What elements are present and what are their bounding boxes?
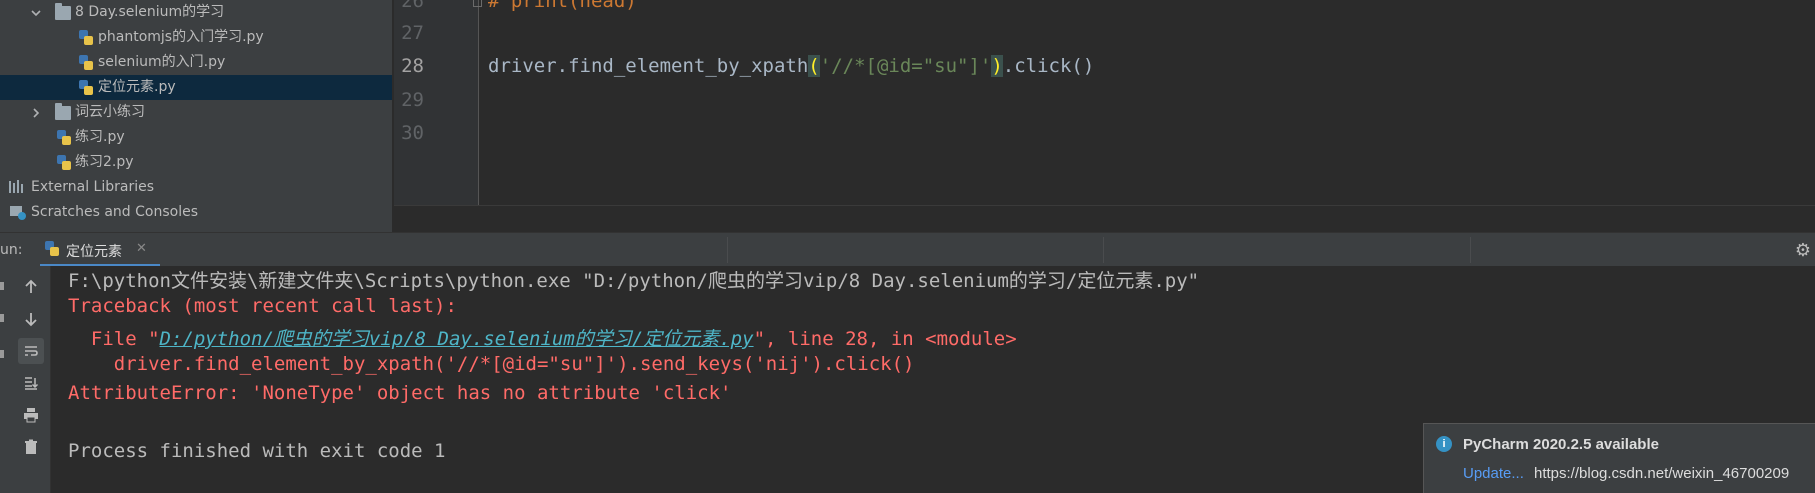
scratches-icon <box>9 204 26 220</box>
tree-item-label: selenium的入门.py <box>98 54 226 70</box>
line-number: 27 <box>401 22 424 44</box>
run-label: un: <box>0 242 23 258</box>
run-toolwindow-header: un: 定位元素 ✕ ⚙ <box>0 232 1815 267</box>
tree-item-file-selected[interactable]: 定位元素.py <box>0 75 392 100</box>
console-exit-line: Process finished with exit code 1 <box>68 440 446 462</box>
gear-icon[interactable]: ⚙ <box>1795 240 1811 261</box>
code-line-26[interactable]: # print(head) <box>488 0 637 12</box>
soft-wrap-icon[interactable] <box>18 338 44 364</box>
tree-item-folder-selenium[interactable]: 8 Day.selenium的学习 <box>0 0 392 25</box>
chevron-right-icon[interactable] <box>30 100 42 125</box>
side-marker <box>0 314 4 322</box>
divider <box>1103 237 1104 263</box>
line-number: 26 <box>401 0 424 12</box>
line-number: 30 <box>401 122 424 144</box>
info-icon: i <box>1436 436 1452 452</box>
tree-item-label: 定位元素.py <box>98 79 176 95</box>
scroll-to-end-icon[interactable] <box>18 370 44 396</box>
chevron-down-icon[interactable] <box>30 0 42 25</box>
tree-item-file[interactable]: phantomjs的入门学习.py <box>0 25 392 50</box>
library-icon <box>9 180 25 194</box>
code-editor[interactable]: 26 27 28 29 30 # print(head) driver.find… <box>394 0 1815 232</box>
line-number: 29 <box>401 89 424 111</box>
editor-breadcrumb-bar <box>394 205 1815 232</box>
paren-close: ) <box>991 55 1003 77</box>
console-code-line: driver.find_element_by_xpath('//*[@id="s… <box>68 353 915 375</box>
code-comment: # print(head) <box>488 0 637 12</box>
python-file-icon <box>78 55 94 70</box>
tree-item-file[interactable]: 练习.py <box>0 125 392 150</box>
tree-item-scratches[interactable]: Scratches and Consoles <box>0 200 392 225</box>
line-number-current: 28 <box>401 55 424 77</box>
folder-icon <box>55 3 71 20</box>
project-tree: 8 Day.selenium的学习 phantomjs的入门学习.py sele… <box>0 0 392 232</box>
run-tab[interactable]: 定位元素 ✕ <box>40 233 160 267</box>
python-file-icon <box>56 130 72 145</box>
file-link[interactable]: D:/python/爬虫的学习vip/8 Day.selenium的学习/定位元… <box>160 328 754 350</box>
print-icon[interactable] <box>18 402 44 428</box>
run-side-toolbar <box>0 266 51 493</box>
arrow-down-icon[interactable] <box>18 306 44 332</box>
side-marker <box>0 282 4 290</box>
code-line-28[interactable]: driver.find_element_by_xpath('//*[@id="s… <box>488 55 1094 77</box>
code-method: .click() <box>1002 55 1095 77</box>
tree-item-label: External Libraries <box>31 179 154 195</box>
tree-item-label: Scratches and Consoles <box>31 204 198 220</box>
code-string: '//*[@id="su"]' <box>819 55 992 77</box>
close-icon[interactable]: ✕ <box>136 241 147 256</box>
folder-icon <box>55 103 71 120</box>
tree-item-label: phantomjs的入门学习.py <box>98 29 264 45</box>
tree-item-label: 词云小练习 <box>75 104 145 120</box>
tree-item-file[interactable]: selenium的入门.py <box>0 50 392 75</box>
file-prefix: File " <box>68 328 160 350</box>
divider <box>727 237 728 263</box>
fold-marker-icon[interactable] <box>473 0 482 7</box>
console-command-line: F:\python文件安装\新建文件夹\Scripts\python.exe "… <box>68 270 1200 292</box>
console-error-line: AttributeError: 'NoneType' object has no… <box>68 382 732 404</box>
run-tab-label: 定位元素 <box>66 244 122 260</box>
arrow-up-icon[interactable] <box>18 274 44 300</box>
console-file-line: File "D:/python/爬虫的学习vip/8 Day.selenium的… <box>68 324 1017 351</box>
notification-title: PyCharm 2020.2.5 available <box>1463 436 1659 453</box>
console-traceback-header: Traceback (most recent call last): <box>68 295 457 317</box>
python-file-icon <box>56 155 72 170</box>
update-link[interactable]: Update... <box>1463 465 1524 482</box>
tree-item-external-libraries[interactable]: External Libraries <box>0 175 392 200</box>
paren-open: ( <box>808 55 820 77</box>
code-call: driver.find_element_by_xpath <box>488 55 809 77</box>
tree-item-label: 练习2.py <box>75 154 134 170</box>
watermark-text: https://blog.csdn.net/weixin_46700209 <box>1534 465 1790 482</box>
update-notification[interactable]: i PyCharm 2020.2.5 available Update... h… <box>1423 423 1815 493</box>
side-marker <box>0 350 4 358</box>
file-suffix: ", line 28, in <module> <box>753 328 1017 350</box>
divider <box>1470 237 1471 263</box>
ide-window: 8 Day.selenium的学习 phantomjs的入门学习.py sele… <box>0 0 1815 493</box>
python-file-icon <box>78 80 94 95</box>
tree-item-label: 练习.py <box>75 129 125 145</box>
tree-item-label: 8 Day.selenium的学习 <box>75 4 225 20</box>
tree-item-file[interactable]: 练习2.py <box>0 150 392 175</box>
line-number-gutter: 26 27 28 29 30 <box>394 0 482 205</box>
python-file-icon <box>78 30 94 45</box>
trash-icon[interactable] <box>18 434 44 460</box>
tree-item-folder-wordcloud[interactable]: 词云小练习 <box>0 100 392 125</box>
